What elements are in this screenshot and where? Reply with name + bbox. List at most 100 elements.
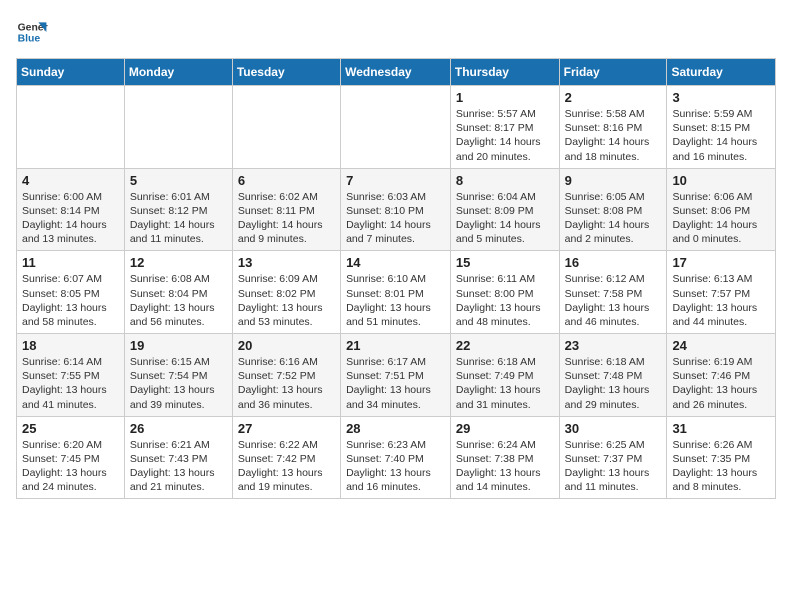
day-cell: 6 Sunrise: 6:02 AMSunset: 8:11 PMDaylight… [232, 168, 340, 251]
day-number: 5 [130, 173, 227, 188]
day-number: 8 [456, 173, 554, 188]
day-cell: 2 Sunrise: 5:58 AMSunset: 8:16 PMDaylight… [559, 86, 667, 169]
day-number: 11 [22, 255, 119, 270]
week-row-3: 11Sunrise: 6:07 AMSunset: 8:05 PMDayligh… [17, 251, 776, 334]
day-info: Sunrise: 6:15 AMSunset: 7:54 PMDaylight:… [130, 355, 227, 412]
day-cell: 20 Sunrise: 6:16 AMSunset: 7:52 PMDayligh… [232, 334, 340, 417]
day-cell: 27 Sunrise: 6:22 AMSunset: 7:42 PMDayligh… [232, 416, 340, 499]
day-cell: 3 Sunrise: 5:59 AMSunset: 8:15 PMDaylight… [667, 86, 776, 169]
day-cell: 7 Sunrise: 6:03 AMSunset: 8:10 PMDaylight… [341, 168, 451, 251]
day-cell: 14 Sunrise: 6:10 AMSunset: 8:01 PMDayligh… [341, 251, 451, 334]
day-info: Sunrise: 6:26 AMSunset: 7:35 PMDaylight:… [672, 438, 770, 495]
day-info: Sunrise: 6:02 AMSunset: 8:11 PMDaylight:… [238, 190, 335, 247]
day-number: 24 [672, 338, 770, 353]
weekday-header-row: SundayMondayTuesdayWednesdayThursdayFrid… [17, 59, 776, 86]
day-cell: 28 Sunrise: 6:23 AMSunset: 7:40 PMDayligh… [341, 416, 451, 499]
day-info: Sunrise: 6:16 AMSunset: 7:52 PMDaylight:… [238, 355, 335, 412]
day-cell [341, 86, 451, 169]
day-info: Sunrise: 6:06 AMSunset: 8:06 PMDaylight:… [672, 190, 770, 247]
day-info: Sunrise: 6:12 AMSunset: 7:58 PMDaylight:… [565, 272, 662, 329]
day-cell: 13 Sunrise: 6:09 AMSunset: 8:02 PMDayligh… [232, 251, 340, 334]
day-cell: 10Sunrise: 6:06 AMSunset: 8:06 PMDayligh… [667, 168, 776, 251]
day-info: Sunrise: 6:10 AMSunset: 8:01 PMDaylight:… [346, 272, 445, 329]
day-number: 22 [456, 338, 554, 353]
day-cell: 24Sunrise: 6:19 AMSunset: 7:46 PMDayligh… [667, 334, 776, 417]
day-number: 18 [22, 338, 119, 353]
day-number: 20 [238, 338, 335, 353]
day-number: 3 [672, 90, 770, 105]
day-number: 28 [346, 421, 445, 436]
day-number: 12 [130, 255, 227, 270]
day-info: Sunrise: 6:22 AMSunset: 7:42 PMDaylight:… [238, 438, 335, 495]
day-number: 4 [22, 173, 119, 188]
day-cell: 1 Sunrise: 5:57 AMSunset: 8:17 PMDaylight… [450, 86, 559, 169]
day-info: Sunrise: 6:01 AMSunset: 8:12 PMDaylight:… [130, 190, 227, 247]
day-number: 9 [565, 173, 662, 188]
day-cell: 11Sunrise: 6:07 AMSunset: 8:05 PMDayligh… [17, 251, 125, 334]
day-cell: 25 Sunrise: 6:20 AMSunset: 7:45 PMDayligh… [17, 416, 125, 499]
day-info: Sunrise: 5:58 AMSunset: 8:16 PMDaylight:… [565, 107, 662, 164]
day-cell: 18Sunrise: 6:14 AMSunset: 7:55 PMDayligh… [17, 334, 125, 417]
page-header: General Blue [16, 16, 776, 48]
day-cell: 12 Sunrise: 6:08 AMSunset: 8:04 PMDayligh… [124, 251, 232, 334]
weekday-header-wednesday: Wednesday [341, 59, 451, 86]
day-info: Sunrise: 6:24 AMSunset: 7:38 PMDaylight:… [456, 438, 554, 495]
day-info: Sunrise: 5:57 AMSunset: 8:17 PMDaylight:… [456, 107, 554, 164]
day-cell: 16 Sunrise: 6:12 AMSunset: 7:58 PMDayligh… [559, 251, 667, 334]
day-cell: 30 Sunrise: 6:25 AMSunset: 7:37 PMDayligh… [559, 416, 667, 499]
day-number: 16 [565, 255, 662, 270]
logo: General Blue [16, 16, 52, 48]
logo-icon: General Blue [16, 16, 48, 48]
day-info: Sunrise: 6:04 AMSunset: 8:09 PMDaylight:… [456, 190, 554, 247]
week-row-1: 1 Sunrise: 5:57 AMSunset: 8:17 PMDaylight… [17, 86, 776, 169]
day-info: Sunrise: 6:18 AMSunset: 7:48 PMDaylight:… [565, 355, 662, 412]
day-info: Sunrise: 6:11 AMSunset: 8:00 PMDaylight:… [456, 272, 554, 329]
day-cell: 23Sunrise: 6:18 AMSunset: 7:48 PMDayligh… [559, 334, 667, 417]
day-number: 21 [346, 338, 445, 353]
day-number: 25 [22, 421, 119, 436]
day-info: Sunrise: 6:25 AMSunset: 7:37 PMDaylight:… [565, 438, 662, 495]
day-number: 7 [346, 173, 445, 188]
day-number: 17 [672, 255, 770, 270]
day-info: Sunrise: 6:08 AMSunset: 8:04 PMDaylight:… [130, 272, 227, 329]
day-number: 27 [238, 421, 335, 436]
day-info: Sunrise: 6:03 AMSunset: 8:10 PMDaylight:… [346, 190, 445, 247]
day-info: Sunrise: 6:17 AMSunset: 7:51 PMDaylight:… [346, 355, 445, 412]
day-info: Sunrise: 6:00 AMSunset: 8:14 PMDaylight:… [22, 190, 119, 247]
day-cell: 9 Sunrise: 6:05 AMSunset: 8:08 PMDaylight… [559, 168, 667, 251]
day-info: Sunrise: 6:18 AMSunset: 7:49 PMDaylight:… [456, 355, 554, 412]
day-cell: 31 Sunrise: 6:26 AMSunset: 7:35 PMDayligh… [667, 416, 776, 499]
day-cell: 29 Sunrise: 6:24 AMSunset: 7:38 PMDayligh… [450, 416, 559, 499]
day-number: 29 [456, 421, 554, 436]
day-cell: 21 Sunrise: 6:17 AMSunset: 7:51 PMDayligh… [341, 334, 451, 417]
day-info: Sunrise: 6:09 AMSunset: 8:02 PMDaylight:… [238, 272, 335, 329]
day-cell: 8 Sunrise: 6:04 AMSunset: 8:09 PMDaylight… [450, 168, 559, 251]
day-number: 26 [130, 421, 227, 436]
day-number: 19 [130, 338, 227, 353]
day-number: 14 [346, 255, 445, 270]
weekday-header-friday: Friday [559, 59, 667, 86]
day-cell [124, 86, 232, 169]
calendar-table: SundayMondayTuesdayWednesdayThursdayFrid… [16, 58, 776, 499]
day-cell: 26 Sunrise: 6:21 AMSunset: 7:43 PMDayligh… [124, 416, 232, 499]
day-number: 1 [456, 90, 554, 105]
day-number: 6 [238, 173, 335, 188]
day-cell: 17Sunrise: 6:13 AMSunset: 7:57 PMDayligh… [667, 251, 776, 334]
svg-text:Blue: Blue [18, 34, 41, 45]
day-info: Sunrise: 5:59 AMSunset: 8:15 PMDaylight:… [672, 107, 770, 164]
day-number: 2 [565, 90, 662, 105]
week-row-5: 25 Sunrise: 6:20 AMSunset: 7:45 PMDayligh… [17, 416, 776, 499]
day-cell [232, 86, 340, 169]
day-number: 13 [238, 255, 335, 270]
day-info: Sunrise: 6:20 AMSunset: 7:45 PMDaylight:… [22, 438, 119, 495]
weekday-header-saturday: Saturday [667, 59, 776, 86]
weekday-header-thursday: Thursday [450, 59, 559, 86]
day-cell: 15Sunrise: 6:11 AMSunset: 8:00 PMDayligh… [450, 251, 559, 334]
day-number: 31 [672, 421, 770, 436]
day-info: Sunrise: 6:21 AMSunset: 7:43 PMDaylight:… [130, 438, 227, 495]
weekday-header-sunday: Sunday [17, 59, 125, 86]
day-info: Sunrise: 6:23 AMSunset: 7:40 PMDaylight:… [346, 438, 445, 495]
day-info: Sunrise: 6:05 AMSunset: 8:08 PMDaylight:… [565, 190, 662, 247]
day-cell [17, 86, 125, 169]
day-number: 30 [565, 421, 662, 436]
